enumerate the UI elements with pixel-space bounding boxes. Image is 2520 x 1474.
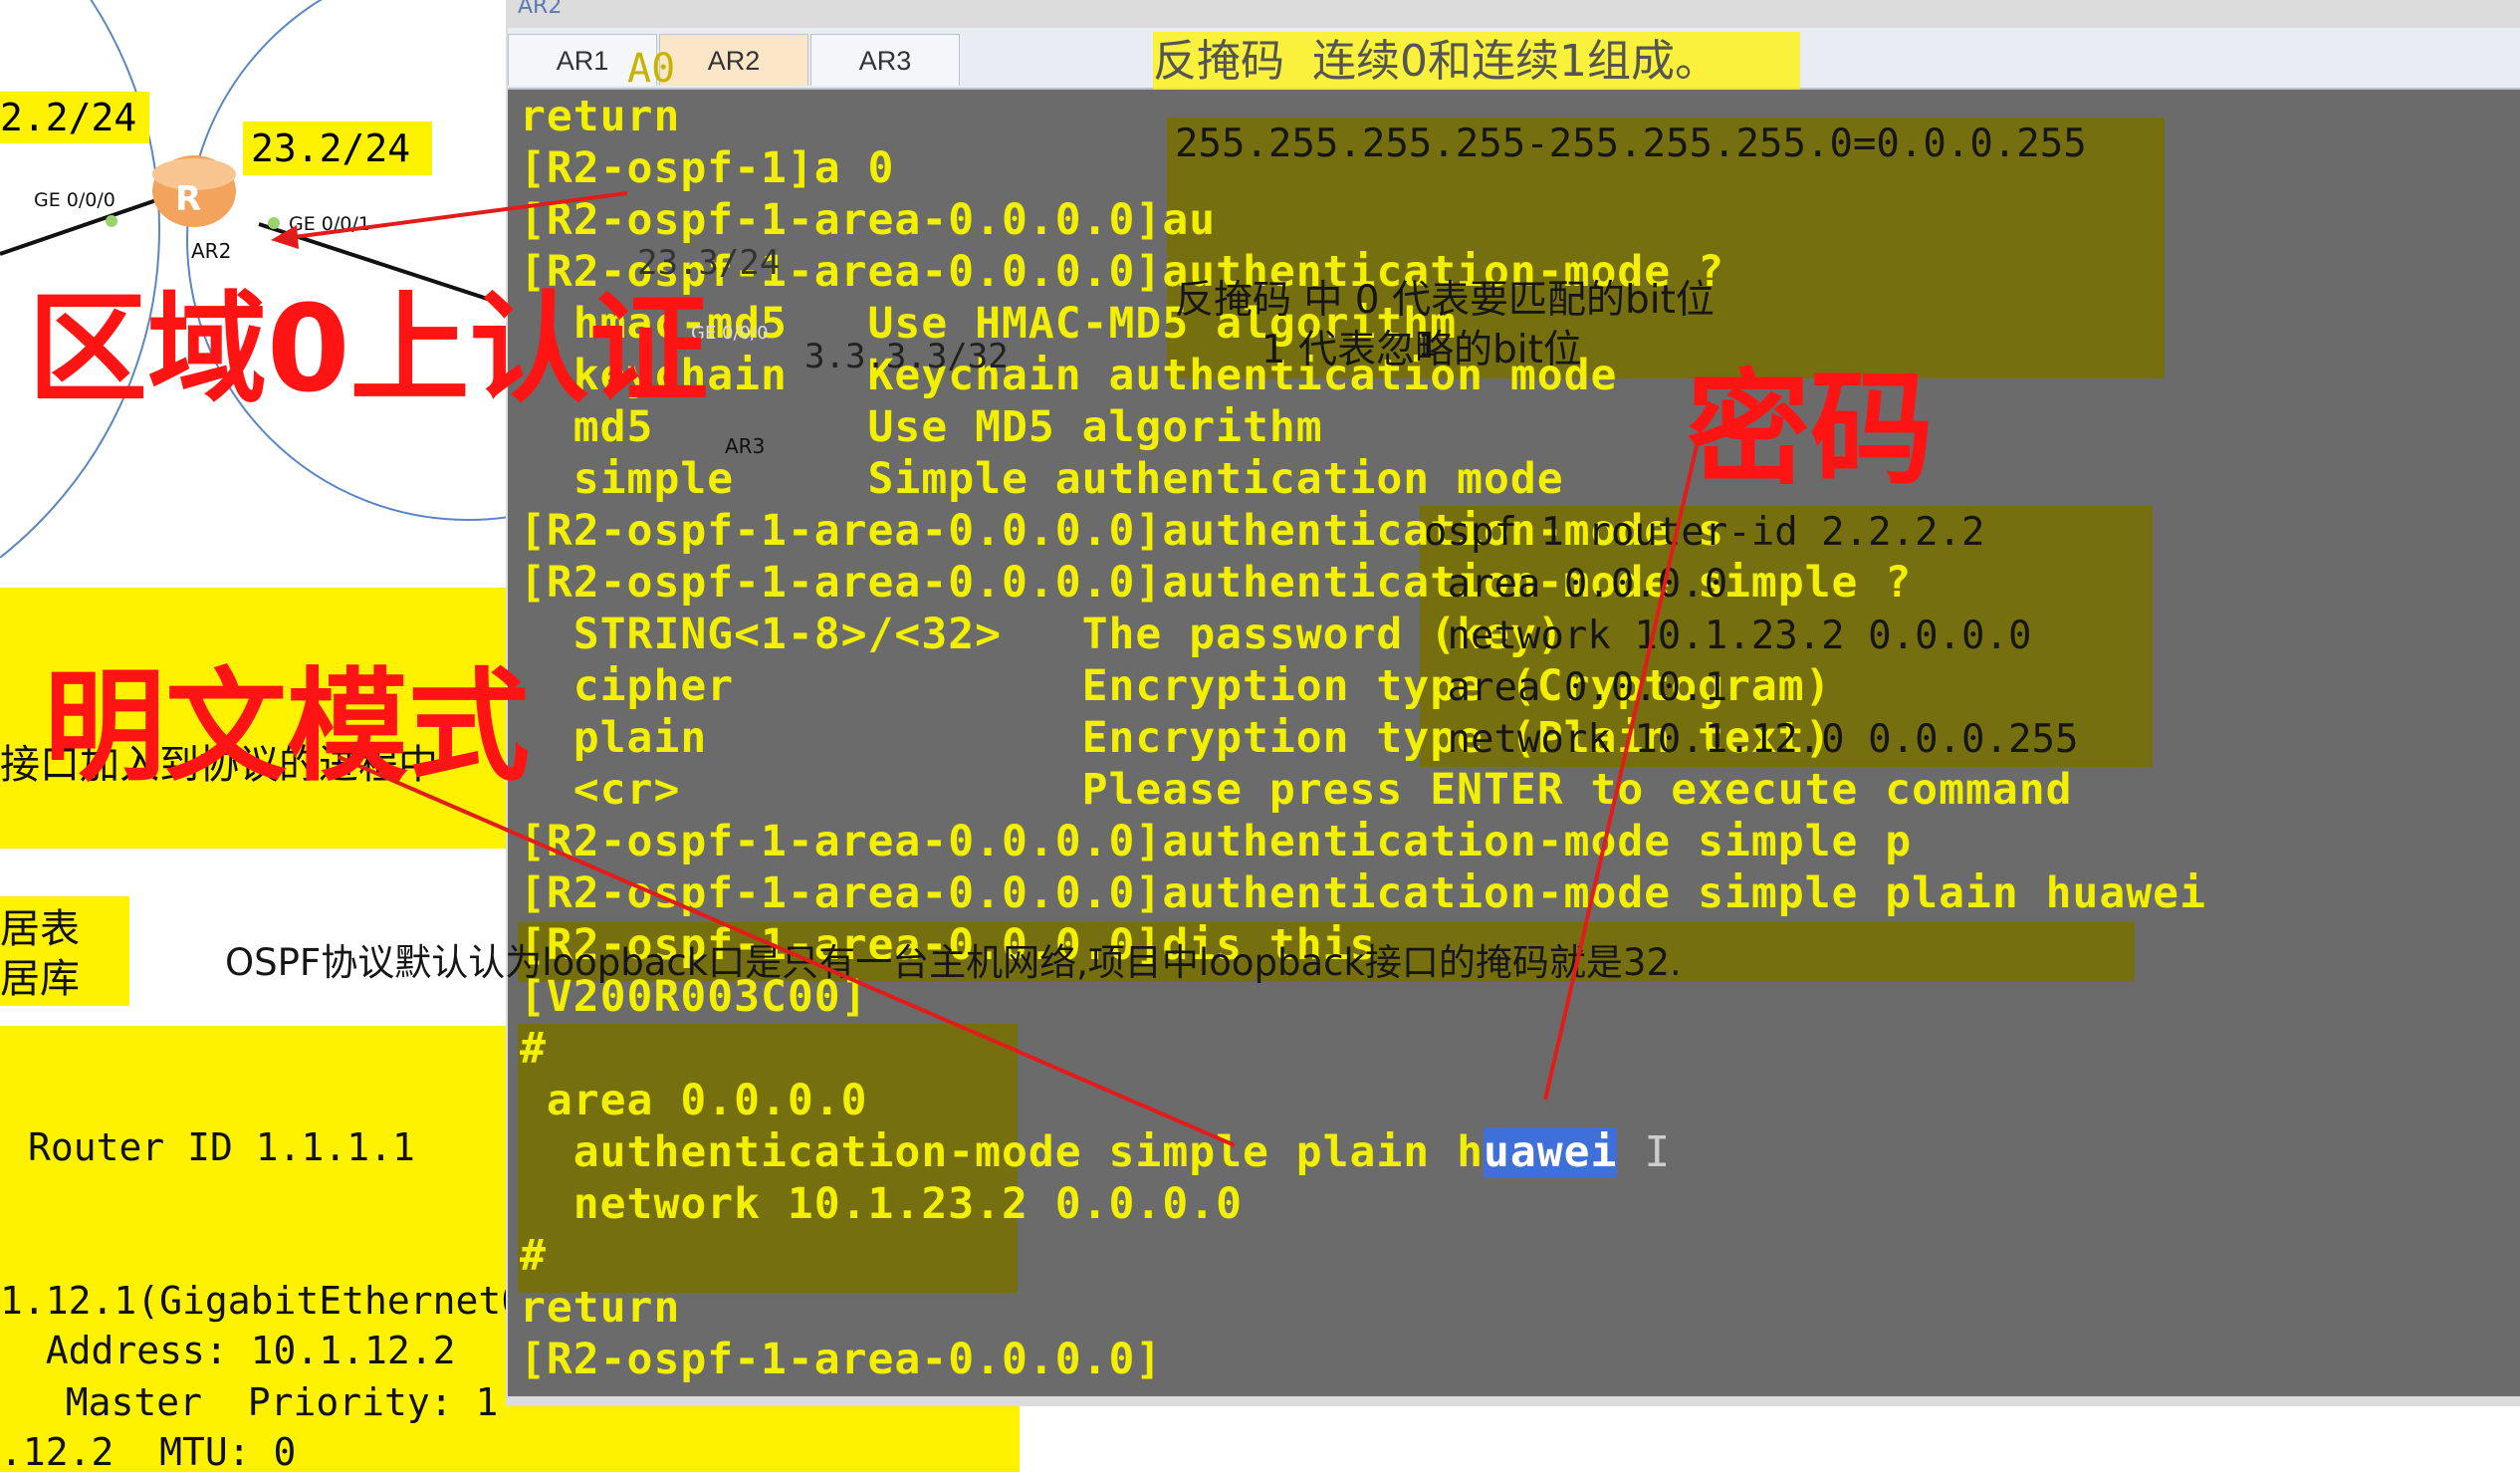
arrow-plain bbox=[338, 755, 1236, 1147]
annotation-plaintext-mode: 明文模式 bbox=[44, 656, 530, 798]
arrow-area0 bbox=[278, 191, 628, 241]
annotation-password: 密码 bbox=[1687, 359, 1935, 502]
arrow-password bbox=[1543, 419, 1705, 1101]
annotation-area0-auth: 区域0上认证 bbox=[28, 281, 709, 419]
arrow-area0-head bbox=[271, 225, 299, 249]
